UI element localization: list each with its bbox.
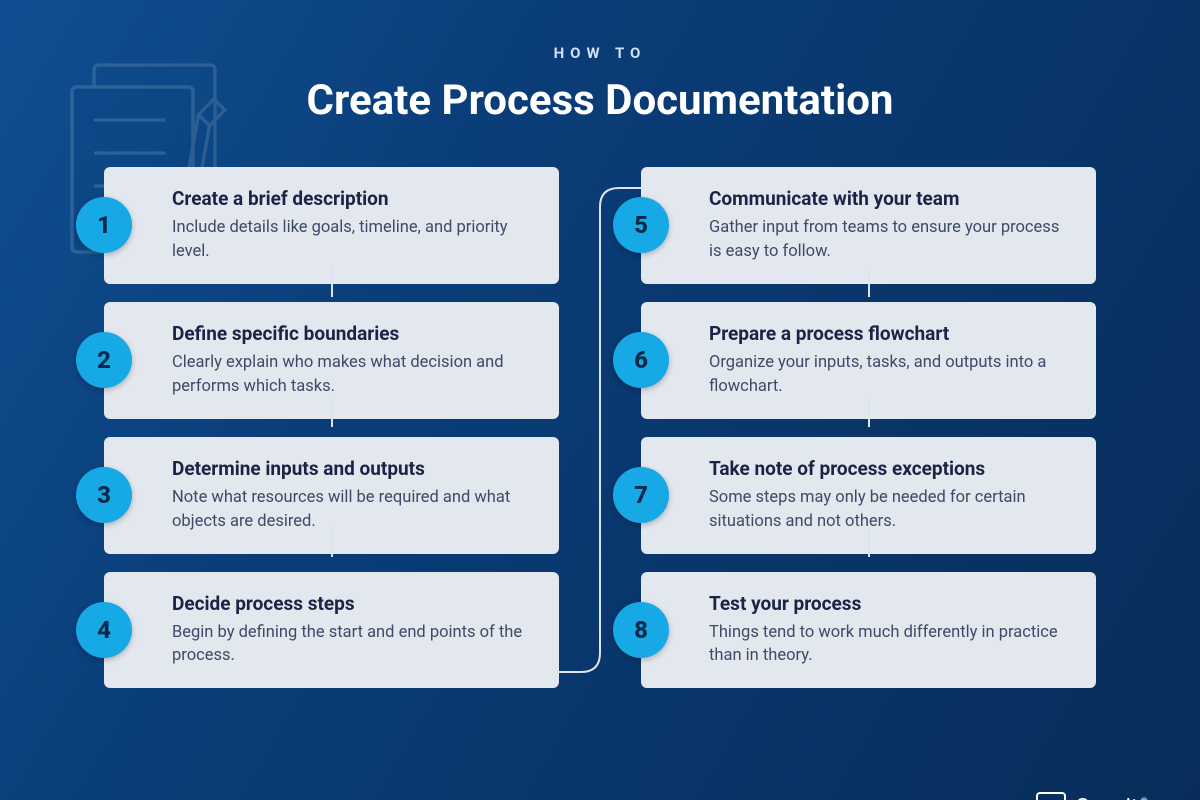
footer: WWW.SNAGIT.COM S Snagit® xyxy=(0,792,1200,800)
step-text: Begin by defining the start and end poin… xyxy=(172,621,535,669)
step-text: Gather input from teams to ensure your p… xyxy=(709,216,1072,264)
brand-mark-icon: S xyxy=(1036,792,1066,800)
step-number-badge: 1 xyxy=(76,197,132,253)
connector-pipe xyxy=(868,267,870,297)
step-number-badge: 4 xyxy=(76,602,132,658)
connector-pipe xyxy=(868,397,870,427)
step-number-badge: 5 xyxy=(613,197,669,253)
step-number-badge: 7 xyxy=(613,467,669,523)
step-text: Clearly explain who makes what decision … xyxy=(172,351,535,399)
steps-container: 1 Create a brief description Include det… xyxy=(0,167,1200,688)
step-title: Define specific boundaries xyxy=(172,322,535,345)
brand-name: Snagit® xyxy=(1076,795,1148,800)
step-text: Things tend to work much differently in … xyxy=(709,621,1072,669)
step-title: Test your process xyxy=(709,592,1072,615)
step-title: Communicate with your team xyxy=(709,187,1072,210)
step-card: 4 Decide process steps Begin by defining… xyxy=(104,572,559,689)
step-title: Take note of process exceptions xyxy=(709,457,1072,480)
steps-column-left: 1 Create a brief description Include det… xyxy=(104,167,559,688)
step-number-badge: 6 xyxy=(613,332,669,388)
page-title: Create Process Documentation xyxy=(0,76,1200,125)
connector-pipe xyxy=(868,527,870,557)
step-number-badge: 2 xyxy=(76,332,132,388)
connector-pipe xyxy=(331,267,333,297)
steps-column-right: 5 Communicate with your team Gather inpu… xyxy=(641,167,1096,688)
step-title: Prepare a process flowchart xyxy=(709,322,1072,345)
step-title: Determine inputs and outputs xyxy=(172,457,535,480)
step-text: Include details like goals, timeline, an… xyxy=(172,216,535,264)
eyebrow-text: HOW TO xyxy=(0,44,1200,62)
step-number-badge: 8 xyxy=(613,602,669,658)
step-text: Organize your inputs, tasks, and outputs… xyxy=(709,351,1072,399)
step-card: 8 Test your process Things tend to work … xyxy=(641,572,1096,689)
brand-logo: S Snagit® xyxy=(1036,792,1148,800)
step-text: Note what resources will be required and… xyxy=(172,486,535,534)
connector-pipe xyxy=(331,397,333,427)
step-number-badge: 3 xyxy=(76,467,132,523)
step-title: Create a brief description xyxy=(172,187,535,210)
step-title: Decide process steps xyxy=(172,592,535,615)
step-text: Some steps may only be needed for certai… xyxy=(709,486,1072,534)
connector-pipe xyxy=(331,527,333,557)
